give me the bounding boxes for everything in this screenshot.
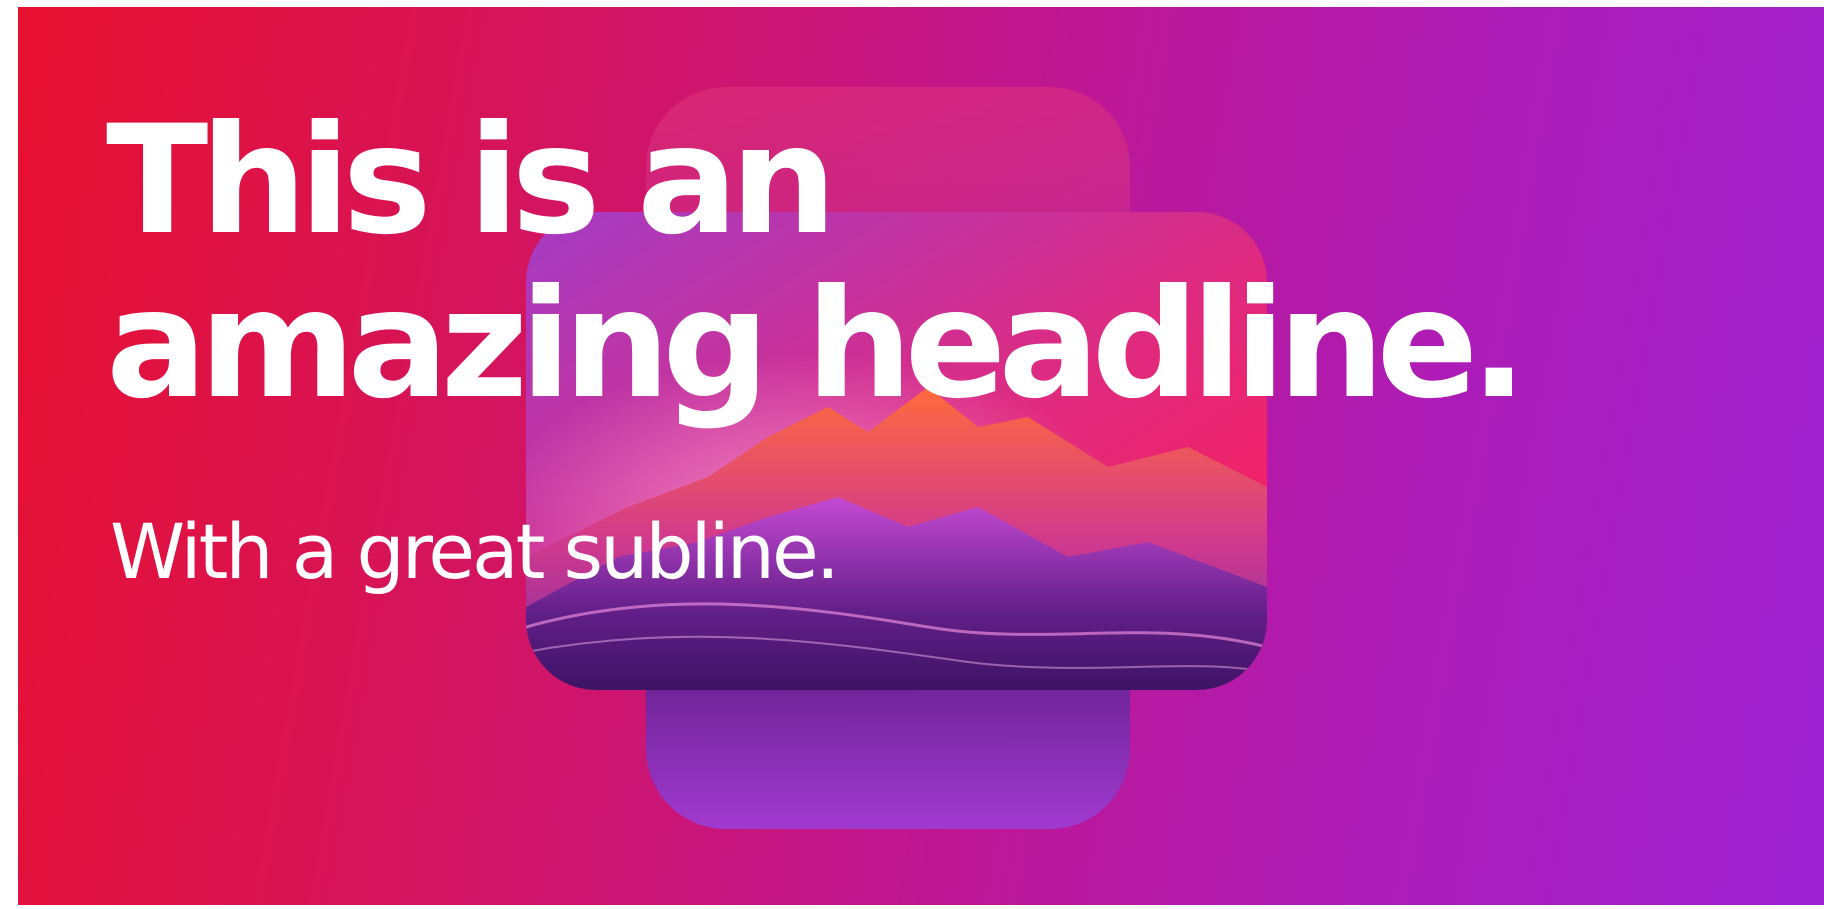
hero-banner: This is an amazing headline. With a grea… bbox=[18, 7, 1824, 905]
subline: With a great subline. bbox=[110, 507, 840, 596]
headline: This is an amazing headline. bbox=[106, 94, 1527, 432]
headline-line-1: This is an bbox=[106, 94, 837, 268]
headline-line-2: amazing headline. bbox=[106, 258, 1527, 432]
